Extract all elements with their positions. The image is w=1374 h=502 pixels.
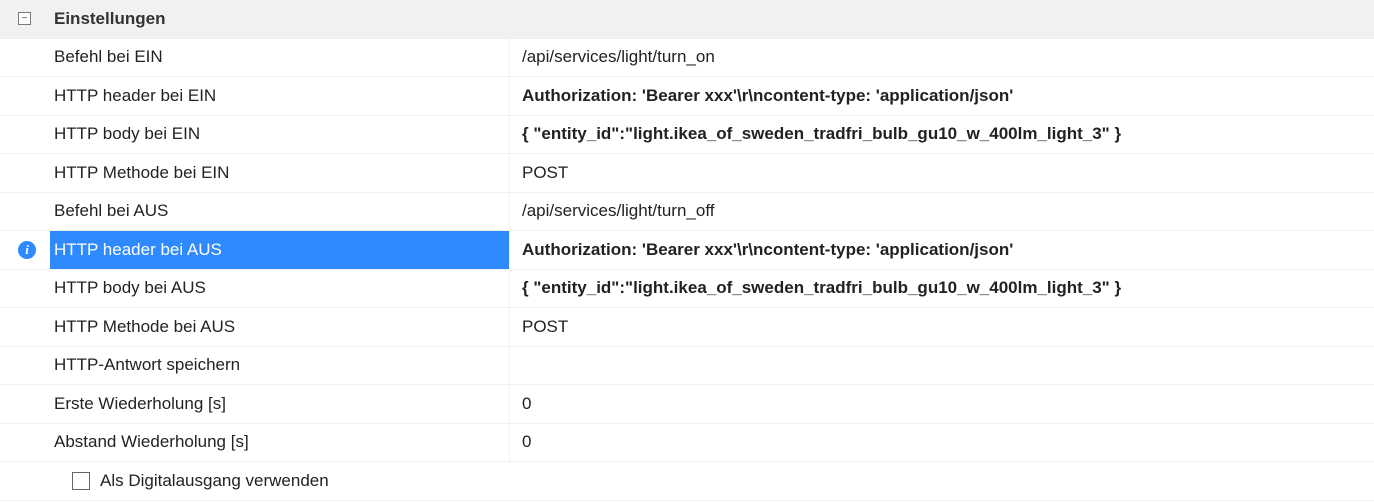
label-first-repeat: Erste Wiederholung [s] (54, 394, 226, 414)
value-first-repeat[interactable]: 0 (522, 394, 531, 414)
minus-icon[interactable]: − (18, 12, 31, 25)
row-icon-cell (0, 462, 50, 500)
row-digital-output[interactable]: Als Digitalausgang verwenden (0, 462, 1374, 501)
row-icon-cell (0, 424, 50, 462)
row-icon-cell (0, 308, 50, 346)
row-body-ein[interactable]: HTTP body bei EIN { "entity_id":"light.i… (0, 116, 1374, 155)
value-method-aus[interactable]: POST (522, 317, 568, 337)
row-icon-cell (0, 77, 50, 115)
row-icon-cell (0, 154, 50, 192)
info-icon: i (18, 241, 36, 259)
label-repeat-interval: Abstand Wiederholung [s] (54, 432, 249, 452)
section-header-row[interactable]: − Einstellungen (0, 0, 1374, 39)
checkbox-digital-output[interactable] (72, 472, 90, 490)
row-store-response[interactable]: HTTP-Antwort speichern (0, 347, 1374, 386)
row-icon-cell (0, 270, 50, 308)
value-body-ein[interactable]: { "entity_id":"light.ikea_of_sweden_trad… (522, 124, 1121, 144)
property-grid: − Einstellungen Befehl bei EIN /api/serv… (0, 0, 1374, 501)
value-method-ein[interactable]: POST (522, 163, 568, 183)
row-first-repeat[interactable]: Erste Wiederholung [s] 0 (0, 385, 1374, 424)
label-body-aus: HTTP body bei AUS (54, 278, 206, 298)
row-icon-cell (0, 193, 50, 231)
row-icon-cell (0, 39, 50, 77)
value-befehl-ein[interactable]: /api/services/light/turn_on (522, 47, 715, 67)
label-header-ein: HTTP header bei EIN (54, 86, 216, 106)
label-method-aus: HTTP Methode bei AUS (54, 317, 235, 337)
row-icon-cell (0, 385, 50, 423)
row-icon-cell (0, 116, 50, 154)
row-befehl-aus[interactable]: Befehl bei AUS /api/services/light/turn_… (0, 193, 1374, 232)
value-repeat-interval[interactable]: 0 (522, 432, 531, 452)
label-body-ein: HTTP body bei EIN (54, 124, 200, 144)
label-befehl-aus: Befehl bei AUS (54, 201, 168, 221)
section-title: Einstellungen (54, 9, 165, 29)
row-repeat-interval[interactable]: Abstand Wiederholung [s] 0 (0, 424, 1374, 463)
collapse-cell[interactable]: − (0, 0, 50, 38)
row-method-ein[interactable]: HTTP Methode bei EIN POST (0, 154, 1374, 193)
label-digital-output: Als Digitalausgang verwenden (100, 471, 329, 491)
row-method-aus[interactable]: HTTP Methode bei AUS POST (0, 308, 1374, 347)
row-icon-cell: i (0, 231, 50, 269)
label-header-aus: HTTP header bei AUS (54, 240, 222, 260)
row-icon-cell (0, 347, 50, 385)
row-header-ein[interactable]: HTTP header bei EIN Authorization: 'Bear… (0, 77, 1374, 116)
value-body-aus[interactable]: { "entity_id":"light.ikea_of_sweden_trad… (522, 278, 1121, 298)
row-body-aus[interactable]: HTTP body bei AUS { "entity_id":"light.i… (0, 270, 1374, 309)
value-header-ein[interactable]: Authorization: 'Bearer xxx'\r\ncontent-t… (522, 86, 1013, 106)
row-header-aus[interactable]: i HTTP header bei AUS Authorization: 'Be… (0, 231, 1374, 270)
value-header-aus[interactable]: Authorization: 'Bearer xxx'\r\ncontent-t… (522, 240, 1013, 260)
label-store-response: HTTP-Antwort speichern (54, 355, 240, 375)
label-method-ein: HTTP Methode bei EIN (54, 163, 229, 183)
value-befehl-aus[interactable]: /api/services/light/turn_off (522, 201, 714, 221)
label-befehl-ein: Befehl bei EIN (54, 47, 163, 67)
row-befehl-ein[interactable]: Befehl bei EIN /api/services/light/turn_… (0, 39, 1374, 78)
